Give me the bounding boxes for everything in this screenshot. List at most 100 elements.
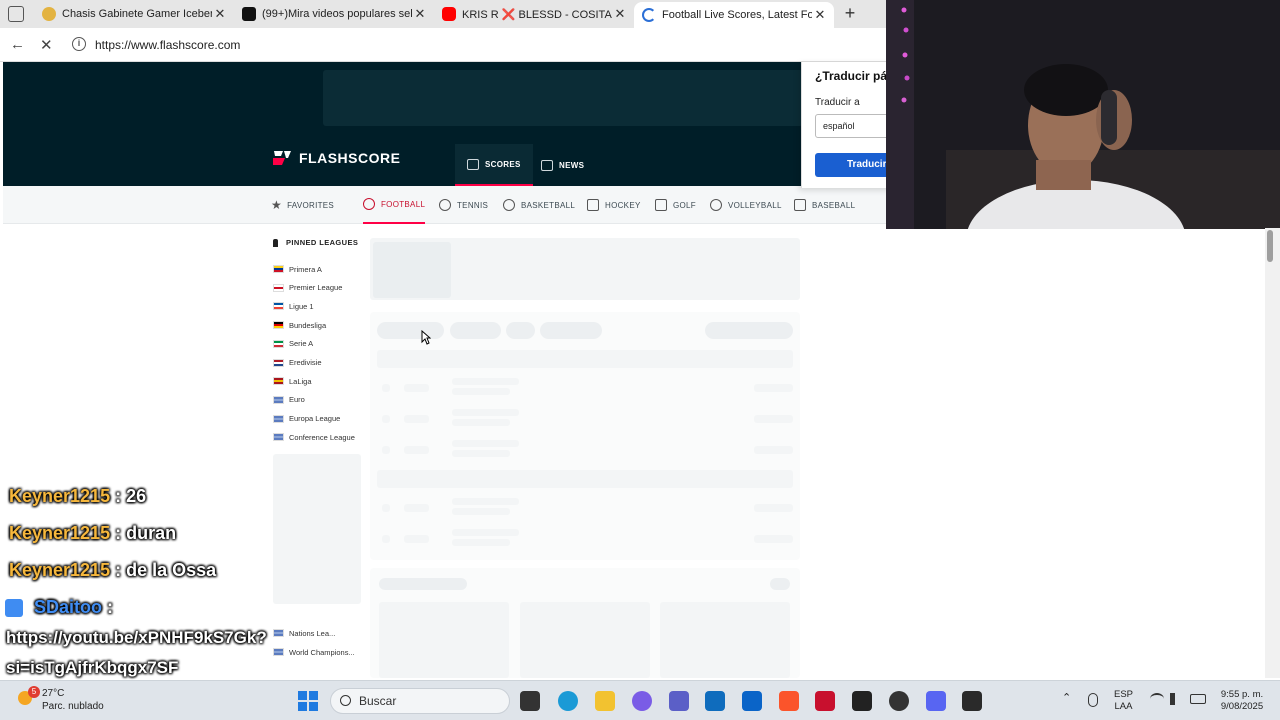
mouse-cursor-icon [421, 330, 431, 345]
chat-text: : de la Ossa [115, 560, 217, 580]
basketball-icon [503, 199, 515, 211]
copilot-icon[interactable] [632, 691, 652, 711]
sport-label: VOLLEYBALL [728, 200, 782, 210]
league-link[interactable]: World Champions... [273, 645, 355, 659]
file-explorer-icon[interactable] [595, 691, 615, 711]
league-link[interactable]: Europa League [273, 412, 340, 426]
tab-placeholder [450, 322, 501, 339]
sport-hockey[interactable]: HOCKEY [587, 186, 641, 224]
sport-basketball[interactable]: BASKETBALL [503, 186, 575, 224]
loading-placeholder [373, 242, 451, 298]
league-link[interactable]: Serie A [273, 337, 313, 351]
match-row-placeholder [404, 504, 429, 512]
sport-football[interactable]: FOOTBALL [363, 186, 426, 224]
microphone-icon[interactable] [1088, 693, 1098, 707]
weather-widget[interactable]: 5 27°C Parc. nublado [18, 686, 104, 713]
sport-golf[interactable]: GOLF [655, 186, 696, 224]
clock-date: 9/08/2025 [1220, 701, 1264, 712]
window-menu-icon[interactable] [8, 6, 24, 22]
league-name: Ligue 1 [289, 301, 314, 311]
search-placeholder: Buscar [359, 694, 397, 708]
match-row-placeholder [452, 508, 510, 515]
sport-label: BASKETBALL [521, 200, 576, 210]
sport-tennis[interactable]: TENNIS [439, 186, 488, 224]
league-link[interactable]: Primera A [273, 262, 322, 276]
scores-icon [467, 158, 479, 170]
page-scrollbar[interactable] [1265, 228, 1280, 678]
clock[interactable]: 9:55 p. m. 9/08/2025 [1214, 689, 1270, 713]
league-link[interactable]: Conference League [273, 430, 355, 444]
discord-icon[interactable] [926, 691, 946, 711]
news-thumb-placeholder [660, 602, 790, 678]
league-link[interactable]: Euro [273, 393, 305, 407]
teams-icon[interactable] [669, 691, 689, 711]
new-tab-button[interactable]: + [840, 4, 860, 24]
youtube-icon [442, 7, 456, 21]
epic-games-icon[interactable] [962, 691, 982, 711]
site-info-icon[interactable]: i [72, 37, 86, 51]
loading-placeholder [273, 454, 361, 604]
translate-button[interactable]: Traducir [815, 153, 891, 177]
golf-icon [655, 199, 667, 211]
league-link[interactable]: Premier League [273, 281, 342, 295]
browser-tab[interactable]: KRIS R ❌ BLESSD - COSITAS 🎀 ✕ [434, 2, 634, 26]
sport-volleyball[interactable]: VOLLEYBALL [710, 186, 782, 224]
news-card-placeholder [370, 568, 800, 678]
obs-icon[interactable] [889, 691, 909, 711]
tab-close-icon[interactable]: ✕ [212, 6, 228, 22]
taskbar-search[interactable]: Buscar [330, 688, 510, 714]
translate-title: ¿Traducir pág [815, 69, 891, 83]
store-icon[interactable] [705, 691, 725, 711]
tab-close-icon[interactable]: ✕ [612, 6, 628, 22]
match-row-placeholder [754, 446, 793, 454]
league-link[interactable]: Bundesliga [273, 318, 326, 332]
nav-news[interactable]: NEWS [529, 144, 596, 186]
tab-close-icon[interactable]: ✕ [412, 6, 428, 22]
sport-favorites[interactable]: ★ FAVORITES [271, 186, 334, 224]
browser-tab-active[interactable]: Football Live Scores, Latest Footb ✕ [634, 2, 834, 28]
nav-scores[interactable]: SCORES [455, 144, 533, 186]
match-row-placeholder [452, 529, 519, 536]
match-row-placeholder [382, 384, 390, 392]
chat-username: Keyner1215 [9, 523, 111, 543]
chevron-up-icon[interactable]: ⌃ [1062, 692, 1071, 704]
country-flag-icon [273, 358, 284, 367]
browser-tab[interactable]: (99+)Mira videos populares selec ✕ [234, 2, 434, 26]
country-flag-icon [273, 648, 284, 656]
url-field[interactable]: https://www.flashscore.com [95, 38, 240, 52]
chat-username: Keyner1215 [9, 486, 111, 506]
edge-browser-icon[interactable] [558, 691, 578, 711]
pin-icon [273, 238, 278, 247]
browser-tab[interactable]: Chasis Gabinete Gamer Iceberg C ✕ [34, 2, 234, 26]
outlook-icon[interactable] [742, 691, 762, 711]
battery-icon[interactable] [1190, 694, 1206, 704]
chat-message: Keyner1215 : 26 [9, 486, 146, 507]
league-link[interactable]: Eredivisie [273, 356, 322, 370]
mcafee-icon[interactable] [815, 691, 835, 711]
flashscore-logo[interactable]: FLASHSCORE [271, 148, 400, 168]
wifi-icon[interactable] [1150, 693, 1164, 705]
country-flag-icon [273, 339, 284, 348]
scrollbar-thumb[interactable] [1267, 230, 1273, 262]
weather-temperature: 27°C [42, 688, 65, 699]
language-indicator[interactable]: ESP LAA [1114, 689, 1133, 713]
app-icon[interactable] [852, 691, 872, 711]
clock-time: 9:55 p. m. [1220, 689, 1264, 700]
task-view-icon[interactable] [520, 691, 540, 711]
sport-label: GOLF [673, 200, 696, 210]
league-link[interactable]: Nations Lea... [273, 626, 335, 640]
back-arrow-icon[interactable]: ← [10, 36, 25, 53]
brave-browser-icon[interactable] [779, 691, 799, 711]
translate-language-select[interactable]: español [815, 114, 891, 138]
tab-title: Chasis Gabinete Gamer Iceberg C [62, 8, 212, 20]
country-flag-icon [273, 321, 284, 330]
league-name: Primera A [289, 264, 322, 274]
league-link[interactable]: Ligue 1 [273, 299, 314, 313]
translate-popup: ¿Traducir pág Traducir a español Traduci… [801, 62, 891, 188]
sport-baseball[interactable]: BASEBALL [794, 186, 855, 224]
league-link[interactable]: LaLiga [273, 374, 312, 388]
stop-loading-icon[interactable]: ✕ [40, 36, 53, 54]
tab-close-icon[interactable]: ✕ [812, 7, 828, 23]
windows-start-icon[interactable] [298, 691, 318, 711]
volume-icon[interactable] [1170, 693, 1182, 705]
